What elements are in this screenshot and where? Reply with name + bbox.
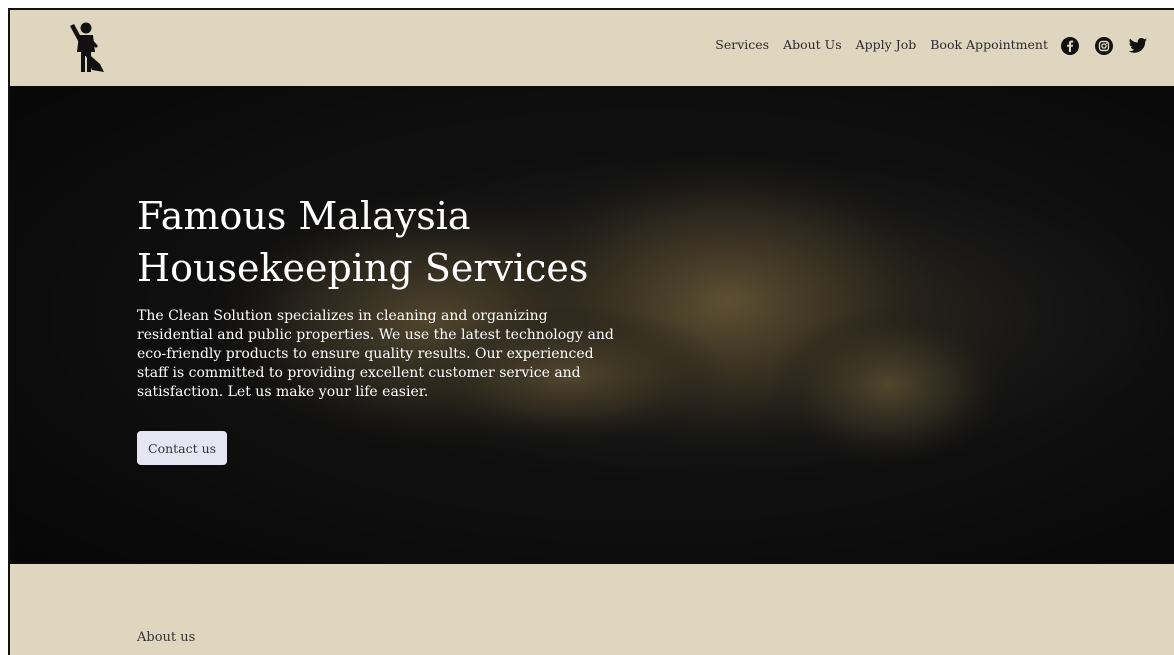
contact-us-button[interactable]: Contact us <box>137 431 228 465</box>
nav-apply-job[interactable]: Apply Job <box>856 37 917 52</box>
nav-about-us[interactable]: About Us <box>783 37 842 52</box>
nav-services[interactable]: Services <box>715 37 769 52</box>
nav-book-appointment[interactable]: Book Appointment <box>930 37 1048 52</box>
instagram-icon[interactable] <box>1094 36 1114 56</box>
hero-description: The Clean Solution specializes in cleani… <box>137 308 614 400</box>
social-links <box>1060 36 1148 56</box>
about-us-heading: About us <box>137 630 196 645</box>
facebook-icon[interactable] <box>1060 36 1080 56</box>
main-nav: Services About Us Apply Job Book Appoint… <box>715 37 1048 52</box>
hero-section: Famous Malaysia Housekeeping Services Th… <box>10 86 1174 564</box>
logo-cleaner-icon[interactable] <box>64 20 108 76</box>
hero-title-line1: Famous Malaysia <box>137 194 471 238</box>
twitter-icon[interactable] <box>1128 36 1148 56</box>
page-frame: Services About Us Apply Job Book Appoint… <box>8 8 1174 655</box>
hero-title-line2: Housekeeping Services <box>137 246 589 290</box>
hero-title: Famous Malaysia Housekeeping Services <box>137 190 657 294</box>
site-header: Services About Us Apply Job Book Appoint… <box>10 10 1174 86</box>
